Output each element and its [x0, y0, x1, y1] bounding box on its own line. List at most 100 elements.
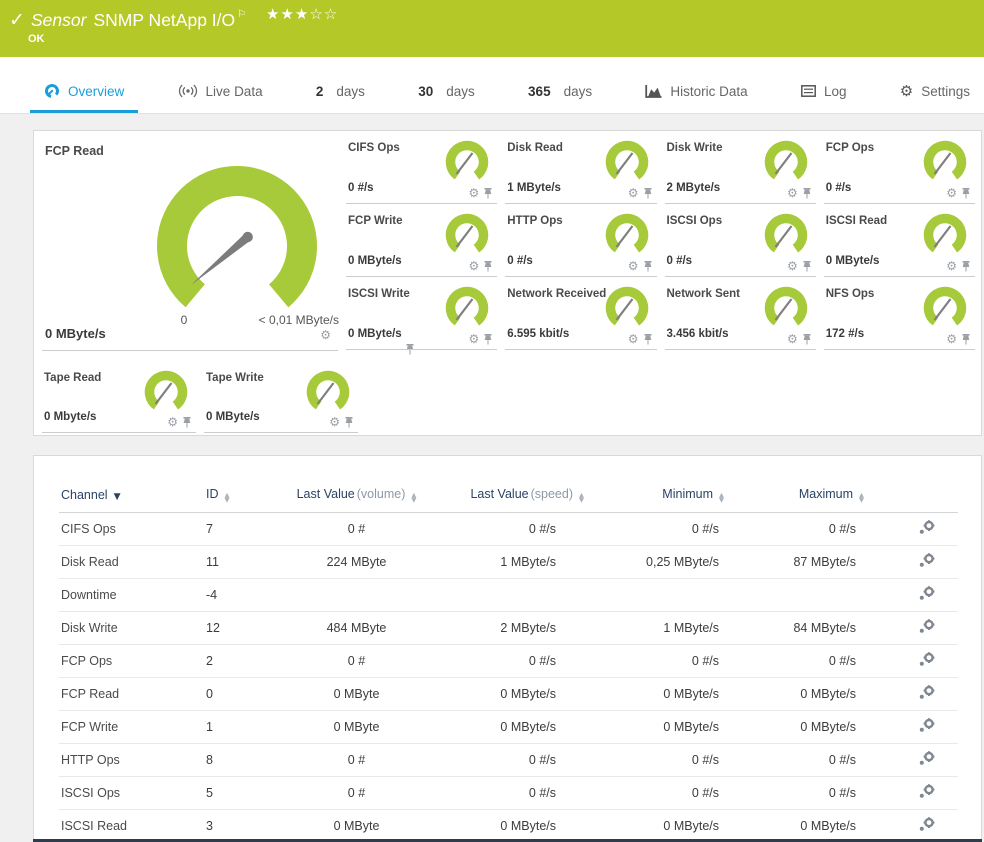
tab-log[interactable]: Log [787, 72, 861, 113]
gauge-title: CIFS Ops [348, 142, 400, 154]
mini-gauge-card[interactable]: Disk Write 2 MByte/s ⚙ [664, 131, 816, 204]
channel-settings-icon[interactable] [918, 652, 935, 667]
pin-icon[interactable] [961, 187, 971, 199]
pin-icon[interactable] [643, 333, 653, 345]
column-header-maximum[interactable]: Maximum ▲ ▼ [754, 478, 894, 513]
tab-overview[interactable]: Overview [30, 72, 139, 113]
pin-icon[interactable] [961, 260, 971, 272]
mini-gauge-card[interactable]: CIFS Ops 0 #/s ⚙ [346, 131, 498, 204]
cell-max [754, 578, 894, 612]
pin-icon[interactable] [643, 187, 653, 199]
gear-icon[interactable]: ⚙ [468, 187, 479, 199]
mini-gauge-dial [923, 213, 967, 257]
mini-gauge-card[interactable]: NFS Ops 172 #/s ⚙ [823, 277, 975, 350]
mini-gauge-card[interactable]: Network Received 6.595 kbit/s ⚙ [505, 277, 657, 350]
channel-settings-icon[interactable] [918, 586, 935, 601]
sort-icon: ▲ ▼ [224, 491, 230, 504]
gear-icon[interactable]: ⚙ [946, 260, 957, 272]
mini-gauge-dial [764, 213, 807, 257]
mini-gauge-card[interactable]: ISCSI Read 0 MByte/s ⚙ [823, 204, 975, 277]
mini-gauge-dial [605, 286, 648, 330]
log-list-icon [801, 85, 816, 97]
primary-gauge-card[interactable]: FCP Read 0 < 0,01 MByte/s 0 MByte/s ⚙ [34, 131, 414, 355]
table-row: FCP Read 0 0 MByte 0 MByte/s 0 MByte/s 0… [59, 677, 958, 711]
pin-icon[interactable] [802, 333, 812, 345]
gear-icon[interactable]: ⚙ [946, 187, 957, 199]
mini-gauge-card[interactable]: Tape Read 0 Mbyte/s ⚙ [42, 361, 196, 433]
gauge-max-label: < 0,01 MByte/s [258, 313, 339, 327]
cell-channel: FCP Write [59, 710, 194, 744]
channel-settings-icon[interactable] [918, 553, 935, 568]
cell-min: 0 #/s [604, 743, 754, 777]
mini-gauge-card[interactable]: Disk Read 1 MByte/s ⚙ [505, 131, 657, 204]
stars-filled[interactable]: ★★★ [266, 5, 309, 23]
priority-stars[interactable]: ★★★☆☆ [266, 5, 338, 23]
mini-gauge-card[interactable]: HTTP Ops 0 #/s ⚙ [505, 204, 657, 277]
cell-id: 7 [194, 512, 269, 546]
channel-settings-icon[interactable] [918, 718, 935, 733]
gear-icon[interactable]: ⚙ [946, 333, 957, 345]
tab-2-days[interactable]: 2 days [302, 72, 379, 113]
sort-icon: ▲ ▼ [579, 491, 584, 504]
channel-settings-icon[interactable] [918, 784, 935, 799]
cell-min: 0 #/s [604, 776, 754, 810]
gauge-value: 6.595 kbit/s [507, 328, 570, 340]
gear-icon[interactable]: ⚙ [787, 333, 798, 345]
pin-icon[interactable] [802, 187, 812, 199]
primary-gauge-dial [157, 166, 317, 326]
channel-settings-icon[interactable] [918, 520, 935, 535]
stars-empty[interactable]: ☆☆ [309, 5, 338, 23]
gear-icon[interactable]: ⚙ [468, 333, 479, 345]
column-header-minimum[interactable]: Minimum ▲ ▼ [604, 478, 754, 513]
pin-icon[interactable] [182, 416, 192, 428]
mini-gauge-card[interactable]: ISCSI Write 0 MByte/s ⚙ [346, 277, 498, 350]
tab-30-days[interactable]: 30 days [404, 72, 489, 113]
gear-icon[interactable]: ⚙ [329, 416, 340, 428]
gear-icon[interactable]: ⚙ [167, 416, 178, 428]
pin-icon[interactable] [483, 260, 493, 272]
column-header-id[interactable]: ID ▲ ▼ [194, 478, 269, 513]
gauge-title: ISCSI Ops [666, 215, 723, 227]
column-header-channel[interactable]: Channel ▼ [59, 478, 194, 513]
tab-settings[interactable]: ⚙ Settings [886, 72, 984, 113]
gear-icon[interactable]: ⚙ [787, 187, 798, 199]
mini-gauge-dial [446, 286, 489, 330]
sort-desc-icon: ▼ [113, 492, 121, 502]
mini-gauge-dial [764, 286, 807, 330]
mini-gauge-card[interactable]: Tape Write 0 MByte/s ⚙ [204, 361, 358, 433]
tab-historic-data[interactable]: Historic Data [631, 72, 761, 113]
gauge-value: 1 MByte/s [507, 182, 561, 194]
tab-live-data[interactable]: Live Data [164, 72, 277, 113]
gear-icon[interactable]: ⚙ [628, 187, 639, 199]
tab-365-days[interactable]: 365 days [514, 72, 606, 113]
pin-icon[interactable] [802, 260, 812, 272]
channel-settings-icon[interactable] [918, 751, 935, 766]
cell-channel: Disk Read [59, 545, 194, 579]
channel-settings-icon[interactable] [918, 817, 935, 832]
mini-gauge-card[interactable]: Network Sent 3.456 kbit/s ⚙ [664, 277, 816, 350]
pin-icon[interactable] [961, 333, 971, 345]
mini-gauge-card[interactable]: FCP Ops 0 #/s ⚙ [823, 131, 975, 204]
mini-gauge-card[interactable]: FCP Write 0 MByte/s ⚙ [346, 204, 498, 277]
gauge-value: 0 #/s [348, 182, 374, 194]
gear-icon[interactable]: ⚙ [787, 260, 798, 272]
gear-icon[interactable]: ⚙ [628, 260, 639, 272]
pin-icon[interactable] [643, 260, 653, 272]
gear-icon[interactable]: ⚙ [628, 333, 639, 345]
gear-icon[interactable]: ⚙ [320, 329, 331, 341]
tab-label: days [336, 83, 365, 99]
priority-flag-icon[interactable]: ⚐ [237, 9, 246, 20]
gauge-title: HTTP Ops [507, 215, 563, 227]
pin-icon[interactable] [483, 333, 493, 345]
channel-settings-icon[interactable] [918, 619, 935, 634]
mini-gauge-dial [605, 140, 648, 184]
gear-icon[interactable]: ⚙ [468, 260, 479, 272]
channel-settings-icon[interactable] [918, 685, 935, 700]
column-header-last-value-speed[interactable]: Last Value (speed) ▲ ▼ [444, 478, 604, 513]
cell-speed: 0 #/s [444, 743, 604, 777]
cell-speed: 0 MByte/s [444, 677, 604, 711]
mini-gauge-card[interactable]: ISCSI Ops 0 #/s ⚙ [664, 204, 816, 277]
pin-icon[interactable] [344, 416, 354, 428]
pin-icon[interactable] [483, 187, 493, 199]
column-header-last-value-volume[interactable]: Last Value (volume) ▲ ▼ [269, 478, 444, 513]
